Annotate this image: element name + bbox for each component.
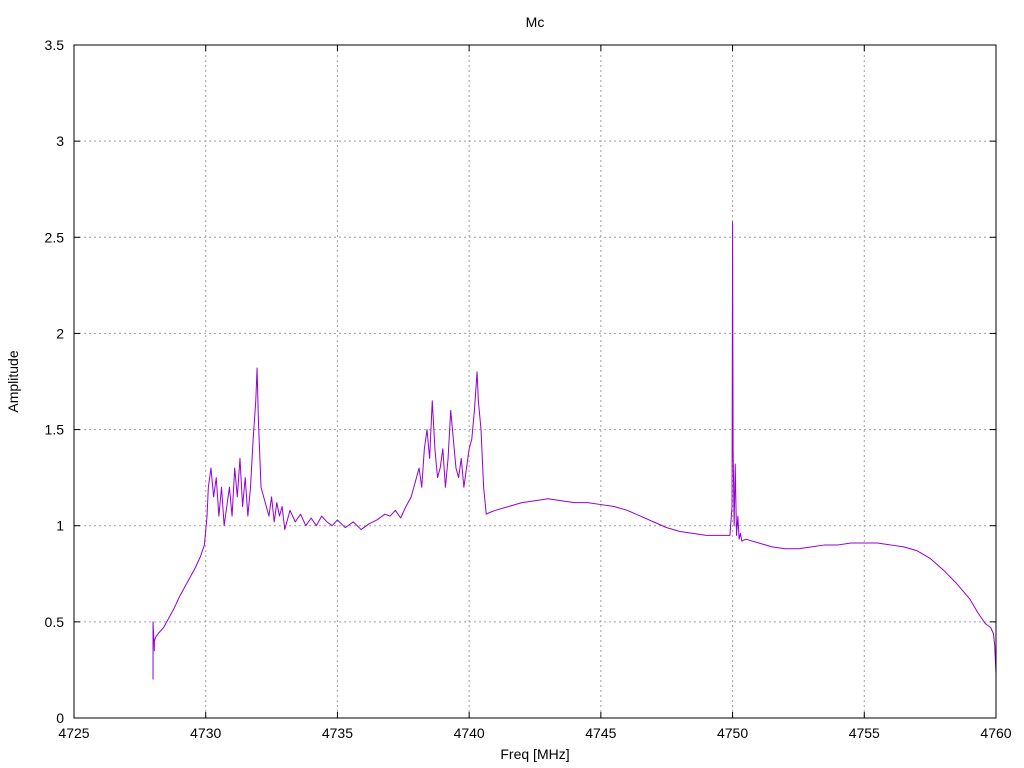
y-tick-label: 1.5 — [45, 422, 65, 438]
chart-title: Mc — [526, 14, 545, 30]
x-tick-label: 4745 — [585, 725, 616, 741]
series-line — [152, 221, 997, 680]
y-axis-title: Amplitude — [5, 350, 21, 412]
y-tick-label: 1 — [56, 518, 64, 534]
y-tick-label: 3 — [56, 133, 64, 149]
y-tick-label: 2.5 — [45, 229, 65, 245]
data-layer — [152, 221, 997, 680]
y-tick-label: 3.5 — [45, 37, 65, 53]
x-axis-title: Freq [MHz] — [500, 746, 569, 762]
plot-frame — [73, 44, 997, 719]
x-tick-label: 4760 — [980, 725, 1011, 741]
x-tick-label: 4740 — [454, 725, 485, 741]
x-tick-label: 4735 — [322, 725, 353, 741]
x-tick-label: 4755 — [849, 725, 880, 741]
y-tick-label: 0.5 — [45, 614, 65, 630]
chart: 4725 4730 4735 4740 4745 4750 4755 4760 0 0.5 1 1.5… — [5, 14, 1012, 762]
y-tick-label: 2 — [56, 325, 64, 341]
x-tick-label: 4750 — [717, 725, 748, 741]
y-tick-label: 0 — [56, 710, 64, 726]
grid — [74, 45, 996, 718]
x-tick-label: 4725 — [58, 725, 89, 741]
x-tick-label: 4730 — [190, 725, 221, 741]
ticks — [73, 44, 997, 719]
tick-labels: 4725 4730 4735 4740 4745 4750 4755 4760 0 0.5 1 1.5… — [45, 37, 1012, 741]
